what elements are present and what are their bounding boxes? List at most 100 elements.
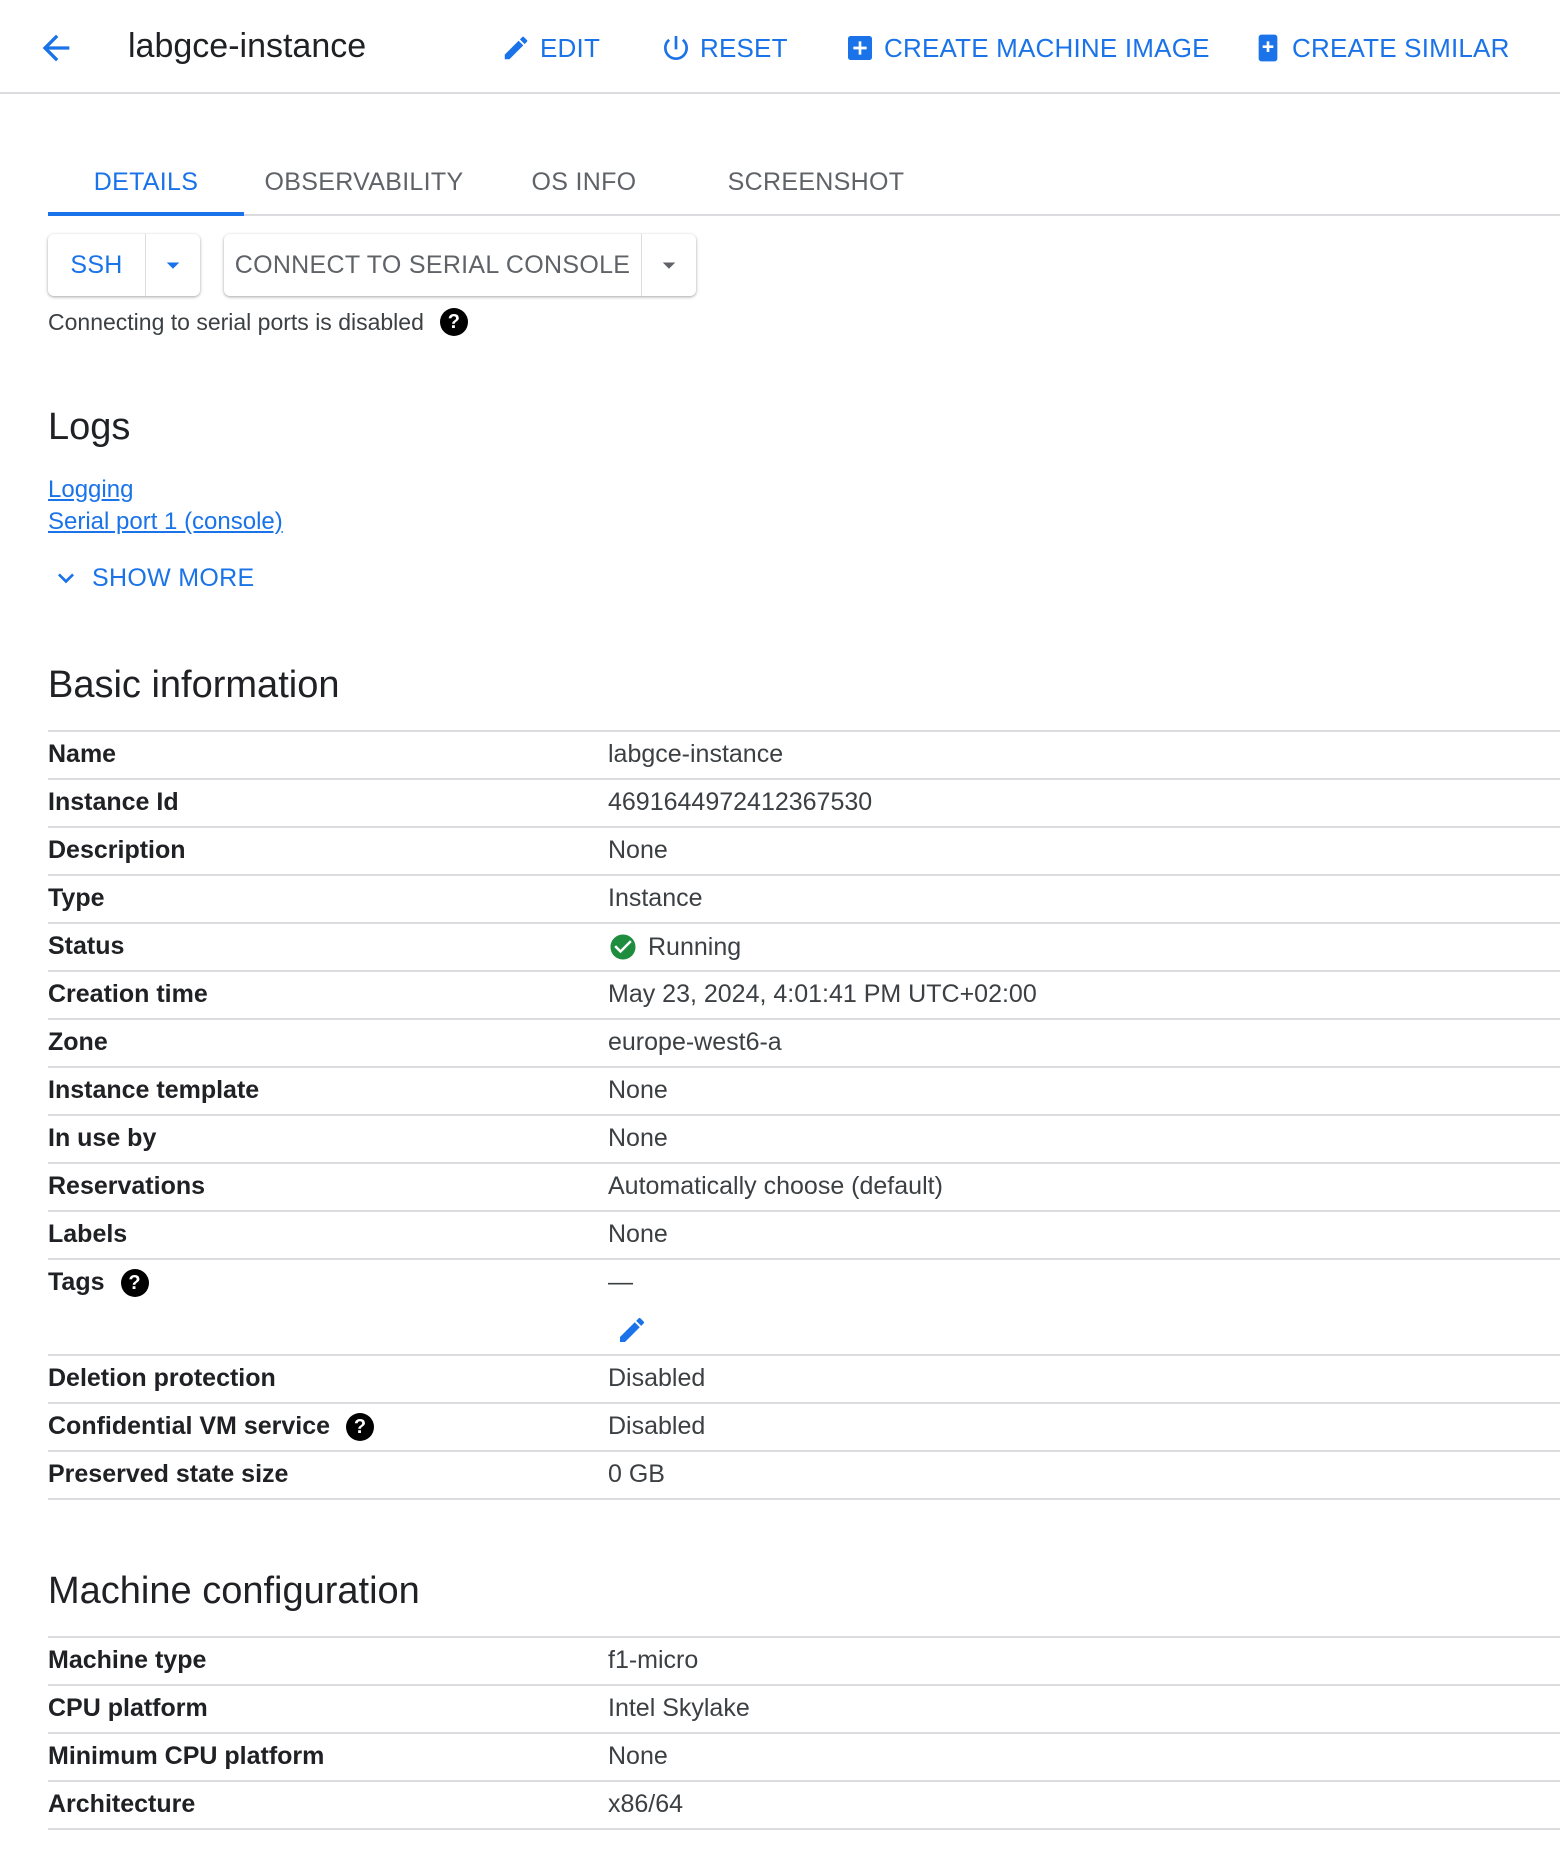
add-box-icon [844,32,876,64]
table-row: Zone europe-west6-a [48,1020,1560,1068]
arrow-back-icon [42,34,70,62]
table-row: Type Instance [48,876,1560,924]
reset-button[interactable]: RESET [660,26,788,70]
row-label: Architecture [48,1790,196,1818]
table-row: Machine type f1-micro [48,1638,1560,1686]
row-label: Machine type [48,1646,207,1674]
row-value: None [608,836,668,864]
pencil-icon [500,32,532,64]
table-row: Confidential VM service ? Disabled [48,1404,1560,1452]
row-label: CPU platform [48,1694,208,1722]
help-icon[interactable]: ? [439,308,468,336]
show-more-button[interactable]: SHOW MORE [50,562,254,594]
basic-information-heading: Basic information [48,664,340,706]
row-value: labgce-instance [608,740,784,768]
edit-label: EDIT [540,32,601,63]
row-label: Instance template [48,1076,260,1104]
row-value: x86/64 [608,1790,684,1818]
serial-console-split-button: CONNECT TO SERIAL CONSOLE [224,234,696,296]
table-row: Labels None [48,1212,1560,1260]
table-row: Reservations Automatically choose (defau… [48,1164,1560,1212]
row-label: Instance Id [48,788,179,816]
edit-tags-button[interactable] [614,1312,650,1348]
table-row: Deletion protection Disabled [48,1356,1560,1404]
status-value: Running [608,932,741,962]
row-value: Disabled [608,1412,706,1440]
tags-label: Tags ? [48,1268,149,1297]
tab-observability[interactable]: OBSERVABILITY [244,148,484,216]
tab-details[interactable]: DETAILS [48,148,244,216]
row-label: In use by [48,1124,157,1152]
table-row: Architecture x86/64 [48,1782,1560,1830]
table-row: CPU platform Intel Skylake [48,1686,1560,1734]
tab-os-info[interactable]: OS INFO [484,148,684,216]
add-document-icon [1252,32,1284,64]
row-label: Confidential VM service [48,1412,331,1440]
ssh-split-button: SSH [48,234,200,296]
row-label: Labels [48,1220,128,1248]
help-icon[interactable]: ? [346,1412,375,1441]
table-row: Preserved state size 0 GB [48,1452,1560,1500]
machine-configuration-table: Machine type f1-micro CPU platform Intel… [48,1636,1560,1830]
table-row: In use by None [48,1116,1560,1164]
status-text: Running [648,932,742,961]
row-value: None [608,1076,668,1104]
tab-bar: DETAILS OBSERVABILITY OS INFO SCREENSHOT [48,148,1560,216]
table-row: Tags ? — [48,1260,1560,1356]
page-title: labgce-instance [128,27,367,65]
row-value: None [608,1742,668,1770]
table-row: Description None [48,828,1560,876]
back-button[interactable] [34,26,78,70]
edit-button[interactable]: EDIT [500,26,600,70]
row-label: Tags [48,1268,105,1296]
row-value: None [608,1220,668,1248]
power-icon [660,32,692,64]
pencil-icon [620,1317,645,1342]
row-label: Description [48,836,186,864]
serial-note-text: Connecting to serial ports is disabled [48,308,424,335]
row-value: europe-west6-a [608,1028,782,1056]
create-machine-image-label: CREATE MACHINE IMAGE [884,32,1210,63]
active-tab-indicator [48,212,244,216]
row-label: Name [48,740,117,768]
tab-screenshot[interactable]: SCREENSHOT [684,148,948,216]
table-row: Minimum CPU platform None [48,1734,1560,1782]
table-row: Creation time May 23, 2024, 4:01:41 PM U… [48,972,1560,1020]
row-value: 4691644972412367530 [608,788,873,816]
serial-disabled-note: Connecting to serial ports is disabled ? [48,308,468,336]
row-value: 0 GB [608,1460,665,1488]
connect-serial-console-button[interactable]: CONNECT TO SERIAL CONSOLE [224,234,642,296]
table-row: Status Running [48,924,1560,972]
serial-console-dropdown-button[interactable] [642,234,696,296]
row-label: Status [48,932,125,960]
create-similar-label: CREATE SIMILAR [1292,32,1510,63]
chevron-down-icon [58,573,74,584]
machine-configuration-heading: Machine configuration [48,1570,420,1612]
reset-label: RESET [700,32,788,63]
row-value: — [608,1268,633,1296]
ssh-dropdown-button[interactable] [146,234,200,296]
top-header: labgce-instance EDIT RESET CREATE MACHIN… [0,0,1560,94]
serial-port-link[interactable]: Serial port 1 (console) [48,508,283,536]
ssh-button[interactable]: SSH [48,234,146,296]
basic-information-table: Name labgce-instance Instance Id 4691644… [48,730,1560,1500]
logs-heading: Logs [48,406,131,448]
table-row: Instance template None [48,1068,1560,1116]
row-label: Deletion protection [48,1364,276,1392]
arrow-drop-down-icon [662,262,676,269]
create-similar-button[interactable]: CREATE SIMILAR [1252,26,1510,70]
check-circle-icon [610,934,636,960]
row-label: Minimum CPU platform [48,1742,325,1770]
create-machine-image-button[interactable]: CREATE MACHINE IMAGE [844,26,1210,70]
row-label: Zone [48,1028,108,1056]
help-icon[interactable]: ? [120,1268,149,1297]
confidential-vm-label: Confidential VM service ? [48,1412,375,1441]
logging-link[interactable]: Logging [48,476,133,504]
show-more-label: SHOW MORE [92,563,255,592]
arrow-drop-down-icon [166,262,180,269]
row-value: f1-micro [608,1646,699,1674]
row-value: None [608,1124,668,1152]
row-value: Automatically choose (default) [608,1172,943,1200]
table-row: Name labgce-instance [48,732,1560,780]
row-label: Creation time [48,980,208,1008]
